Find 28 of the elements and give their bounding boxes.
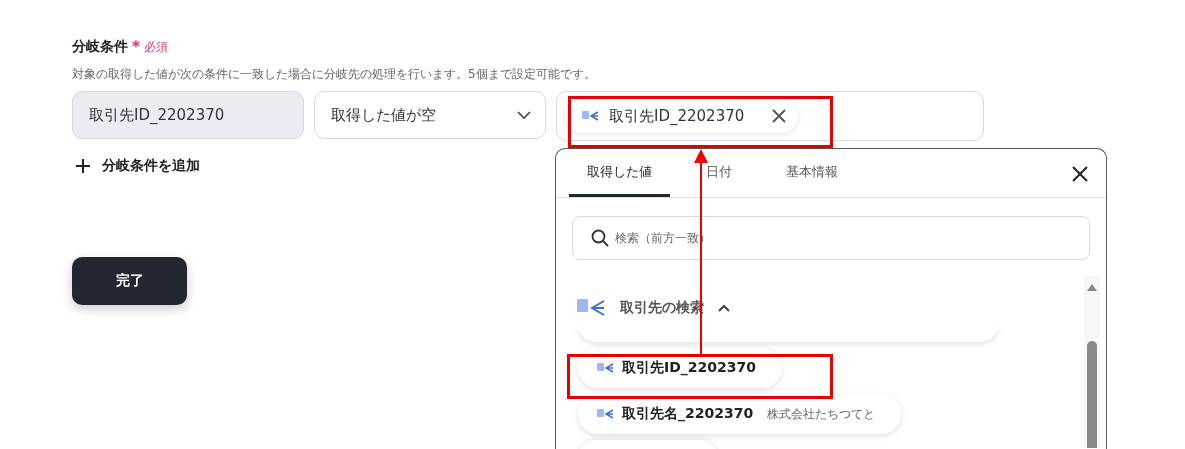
caret-icon[interactable] bbox=[718, 304, 730, 312]
app-icon bbox=[596, 361, 614, 375]
field-title: 分岐条件 bbox=[72, 38, 128, 56]
add-condition-button[interactable]: 分岐条件を追加 bbox=[72, 157, 200, 175]
close-icon[interactable] bbox=[772, 109, 787, 123]
target-field[interactable]: 取引先ID_2202370 bbox=[72, 91, 304, 139]
required-mark: * bbox=[132, 38, 140, 56]
picker-tab[interactable]: 取得した値 bbox=[569, 149, 670, 197]
required-label: 必須 bbox=[143, 38, 168, 56]
scroll-up-icon[interactable] bbox=[1087, 284, 1097, 291]
close-icon[interactable] bbox=[1072, 166, 1088, 182]
app-icon bbox=[581, 109, 599, 123]
operator-select[interactable]: 取得した値が空 bbox=[314, 91, 546, 139]
done-button[interactable]: 完了 bbox=[72, 257, 187, 305]
search-icon bbox=[591, 229, 609, 247]
picker-tab[interactable]: 日付 bbox=[670, 149, 750, 197]
scroll-thumb[interactable] bbox=[1087, 341, 1097, 448]
picker-tab[interactable]: 基本情報 bbox=[750, 149, 856, 197]
chevron-down-icon bbox=[517, 110, 531, 120]
field-description: 対象の取得した値が次の条件に一致した場合に分岐先の処理を行います。5個まで設定可能です。 bbox=[72, 66, 596, 83]
plus-icon bbox=[76, 159, 90, 173]
list-item[interactable]: 取引先ID_2202370 bbox=[578, 348, 783, 388]
chip-label: 取引先ID_2202370 bbox=[609, 106, 745, 126]
app-icon bbox=[596, 407, 614, 421]
scrollbar[interactable] bbox=[1084, 276, 1100, 448]
app-icon bbox=[576, 297, 606, 319]
value-field[interactable]: 取引先ID_2202370 bbox=[556, 91, 984, 141]
list-item[interactable]: 取引先名_2202370 株式会社たちつてと bbox=[578, 394, 902, 434]
